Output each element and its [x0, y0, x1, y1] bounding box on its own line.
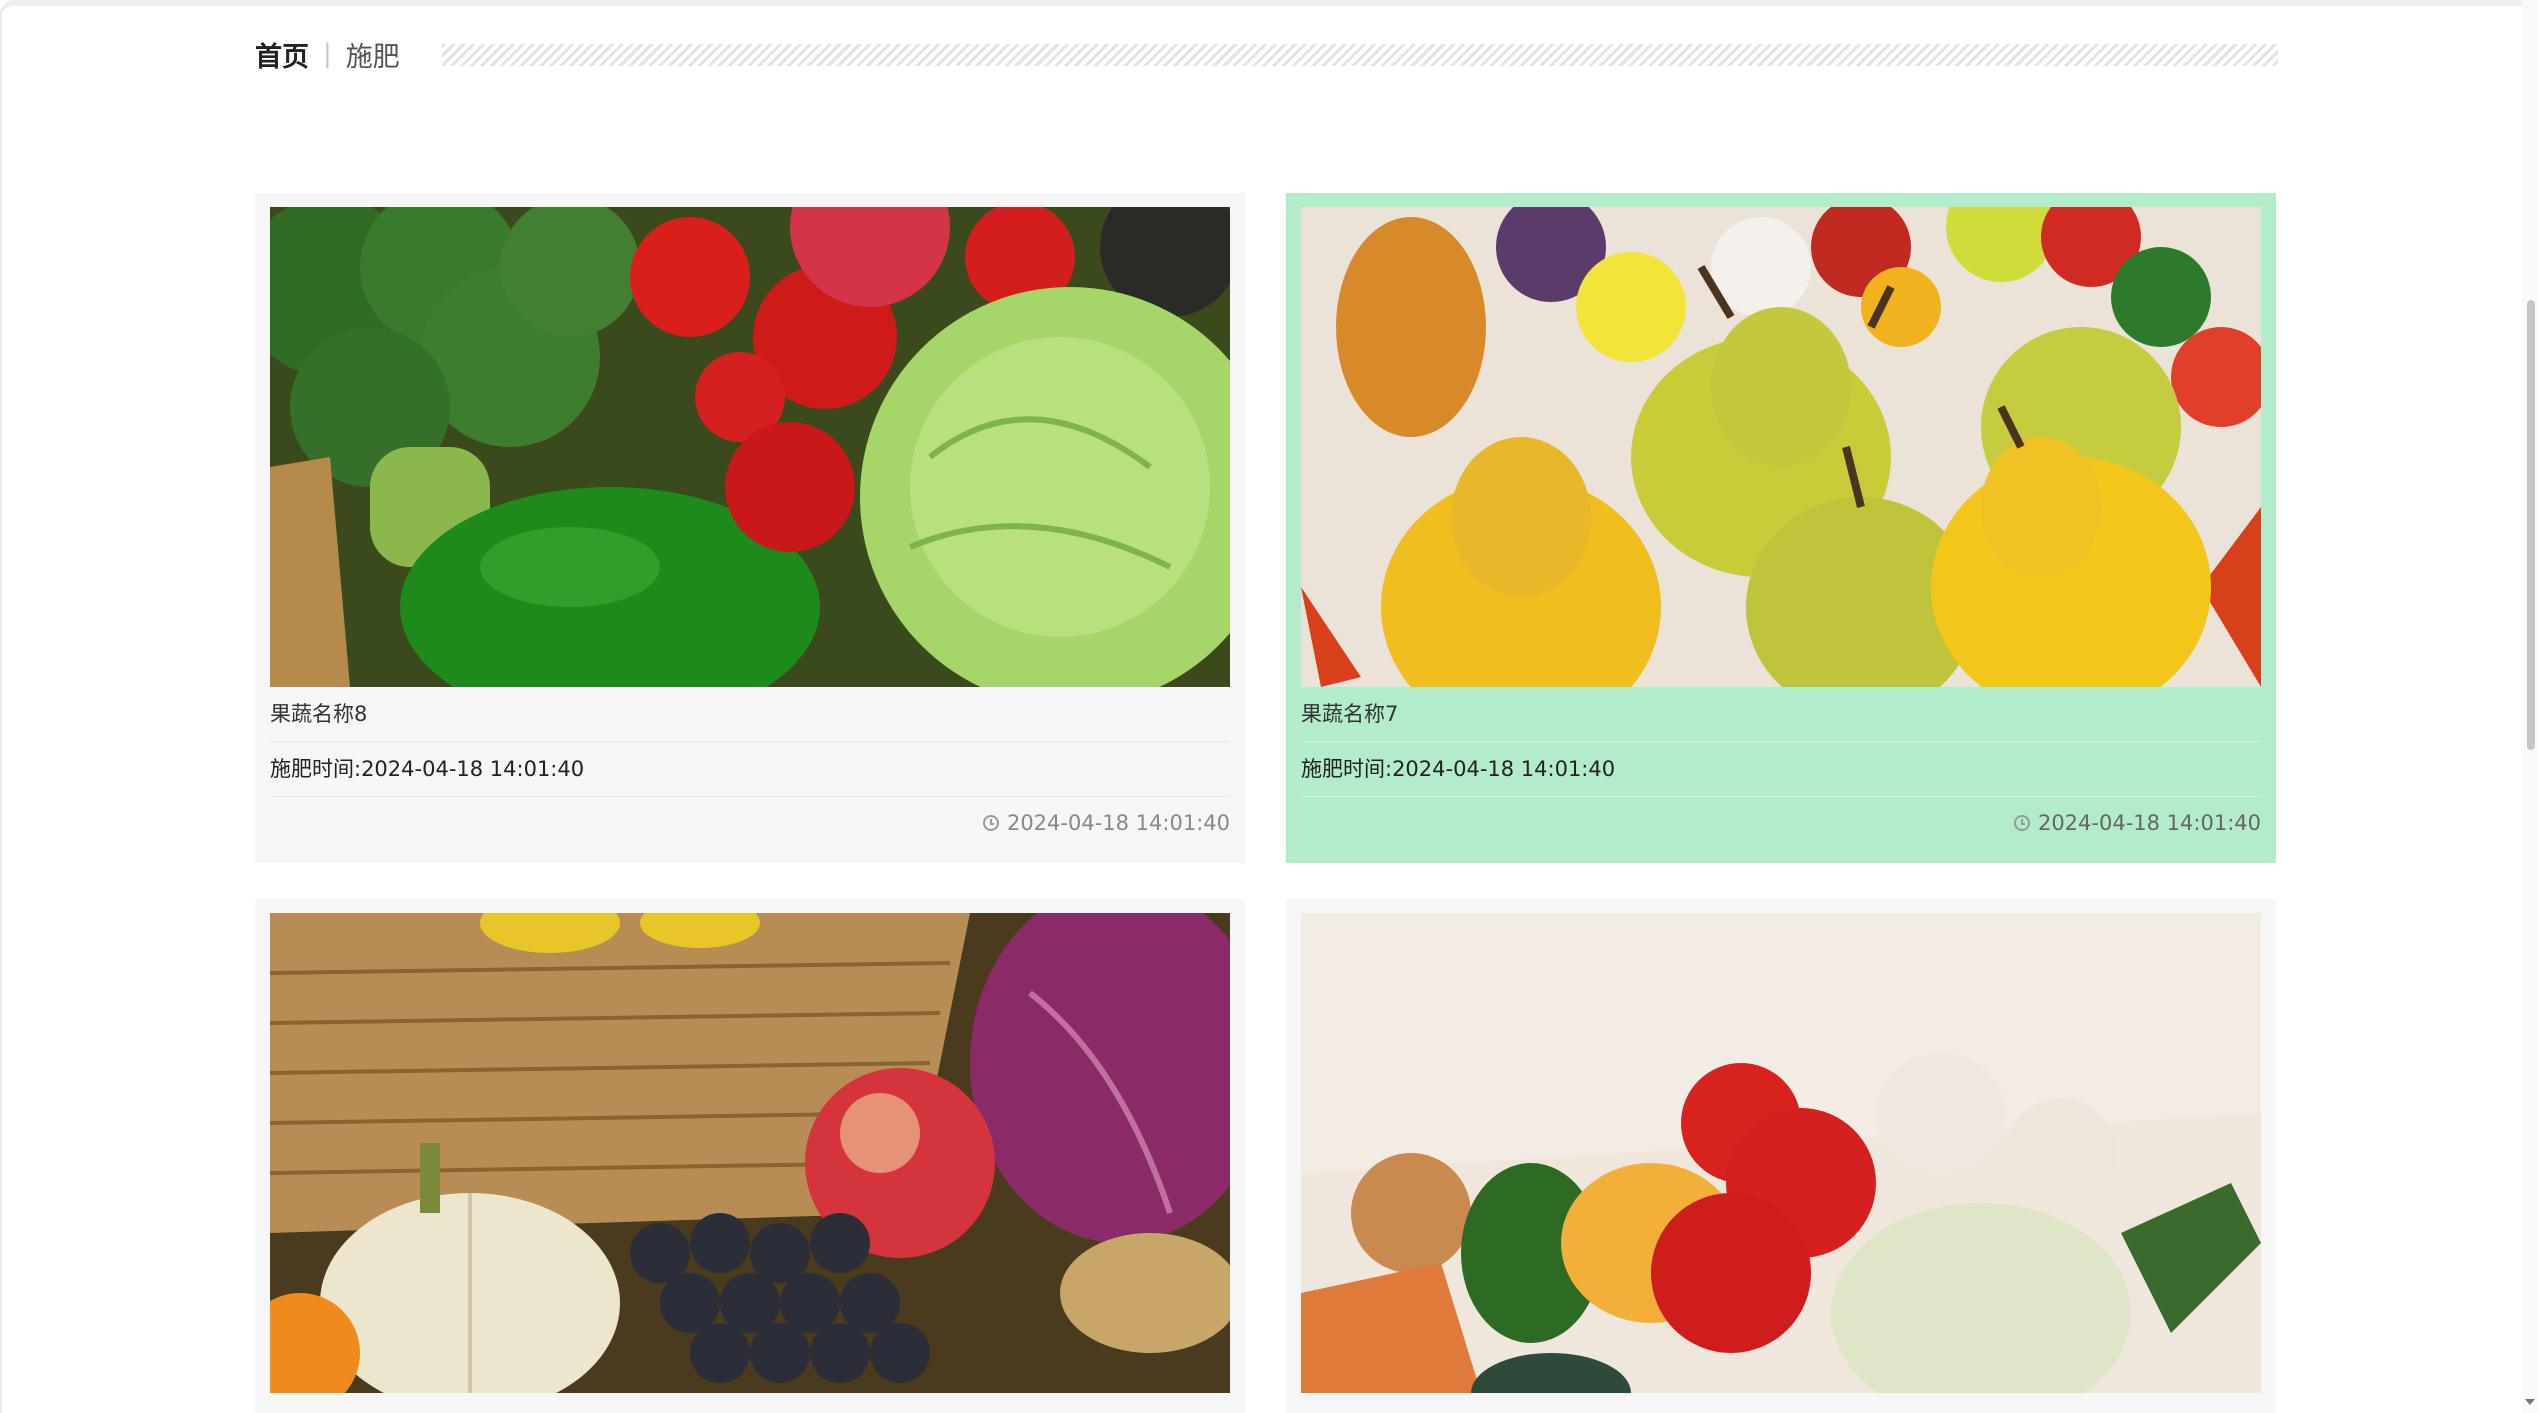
product-card[interactable]	[1286, 899, 2276, 1413]
card-timestamp: 2024-04-18 14:01:40	[1006, 811, 1230, 835]
vertical-scrollbar[interactable]	[2522, 0, 2538, 1413]
product-card[interactable]	[255, 899, 1245, 1413]
scrollbar-thumb[interactable]	[2527, 300, 2535, 750]
card-fertilize-time: 施肥时间:2024-04-18 14:01:40	[270, 742, 1230, 797]
card-title: 果蔬名称7	[1301, 687, 2261, 742]
vegetables-image	[270, 207, 1230, 687]
breadcrumb-separator: |	[323, 39, 332, 69]
product-card[interactable]: 果蔬名称8 施肥时间:2024-04-18 14:01:40 2024-04-1…	[255, 193, 1245, 863]
card-image[interactable]	[1301, 207, 2261, 687]
clock-icon	[2013, 815, 2030, 831]
card-footer: 2024-04-18 14:01:40	[1301, 797, 2261, 849]
card-fertilize-time: 施肥时间:2024-04-18 14:01:40	[1301, 742, 2261, 797]
card-image[interactable]	[270, 913, 1230, 1393]
breadcrumb-home-link[interactable]: 首页	[255, 35, 309, 74]
basket-fruits-image	[270, 913, 1230, 1393]
card-title: 果蔬名称8	[270, 687, 1230, 742]
breadcrumb-divider-stripe	[442, 44, 2278, 66]
card-image[interactable]	[270, 207, 1230, 687]
scroll-down-arrow-icon[interactable]	[2525, 1399, 2535, 1405]
product-card-active[interactable]: 果蔬名称7 施肥时间:2024-04-18 14:01:40 2024-04-1…	[1286, 193, 2276, 863]
card-footer: 2024-04-18 14:01:40	[270, 797, 1230, 849]
breadcrumb-current: 施肥	[345, 41, 400, 73]
clock-icon	[982, 815, 999, 831]
card-image[interactable]	[1301, 913, 2261, 1393]
pears-image	[1301, 207, 2261, 687]
card-timestamp: 2024-04-18 14:01:40	[2037, 811, 2261, 835]
breadcrumb: 首页 | 施肥	[255, 35, 400, 74]
vegetables-mix-image	[1301, 913, 2261, 1393]
